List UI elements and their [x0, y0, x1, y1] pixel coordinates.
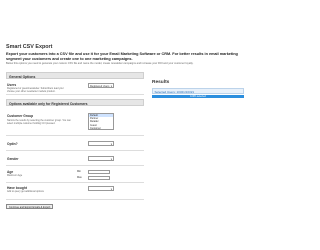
intro-text: Export your customers into a CSV file an… — [6, 52, 238, 61]
results-title: Results — [152, 80, 170, 85]
users-select-value: Registered Users — [90, 84, 110, 88]
age-max-label: Max — [77, 176, 82, 179]
age-max-input[interactable] — [88, 175, 110, 180]
users-hint: Registered or guest/newsletter. Subscrib… — [7, 87, 64, 93]
row-divider — [6, 135, 144, 136]
row-divider — [6, 165, 144, 166]
row-divider — [6, 182, 144, 183]
users-select[interactable]: Registered Users ▾ — [88, 83, 114, 88]
have-bought-hint: Add to query get additional options — [7, 190, 44, 193]
gender-label: Gender — [7, 157, 19, 161]
customer-group-option[interactable]: Customer — [89, 127, 113, 130]
registered-options-header: Options available only for Registered Cu… — [6, 99, 144, 106]
chevron-down-icon: ▾ — [110, 84, 112, 88]
selection-progress-bar: 100% selected — [152, 95, 244, 99]
age-hint: Maximum Age — [7, 174, 23, 177]
gender-select[interactable]: ▾ — [88, 156, 114, 161]
customer-group-hint: Narrow the results by selecting the cust… — [7, 119, 71, 125]
chevron-down-icon: ▾ — [110, 187, 112, 191]
age-min-label: Min — [77, 170, 82, 173]
optin-label: Optin? — [7, 142, 18, 146]
optin-select[interactable]: ▾ — [88, 141, 114, 146]
selected-users-box: Selected Users: 10321/10321 — [152, 88, 244, 94]
age-min-input[interactable] — [88, 169, 110, 174]
row-divider — [6, 94, 144, 95]
chevron-down-icon: ▾ — [110, 142, 112, 146]
have-bought-select[interactable]: ▾ — [88, 186, 114, 191]
intro-note: Below this options you need to generate … — [6, 62, 194, 65]
customer-group-label: Customer Group — [7, 114, 34, 118]
row-divider — [6, 199, 144, 200]
page-title: Smart CSV Export — [6, 44, 53, 50]
chevron-down-icon: ▾ — [110, 157, 112, 161]
row-divider — [6, 150, 144, 151]
general-options-header: General Options — [6, 72, 144, 79]
customer-group-listbox[interactable]: Default Partner Retailer Guest Customer — [88, 113, 114, 130]
export-button[interactable]: Continue and Export Emails & Export — [6, 204, 54, 209]
